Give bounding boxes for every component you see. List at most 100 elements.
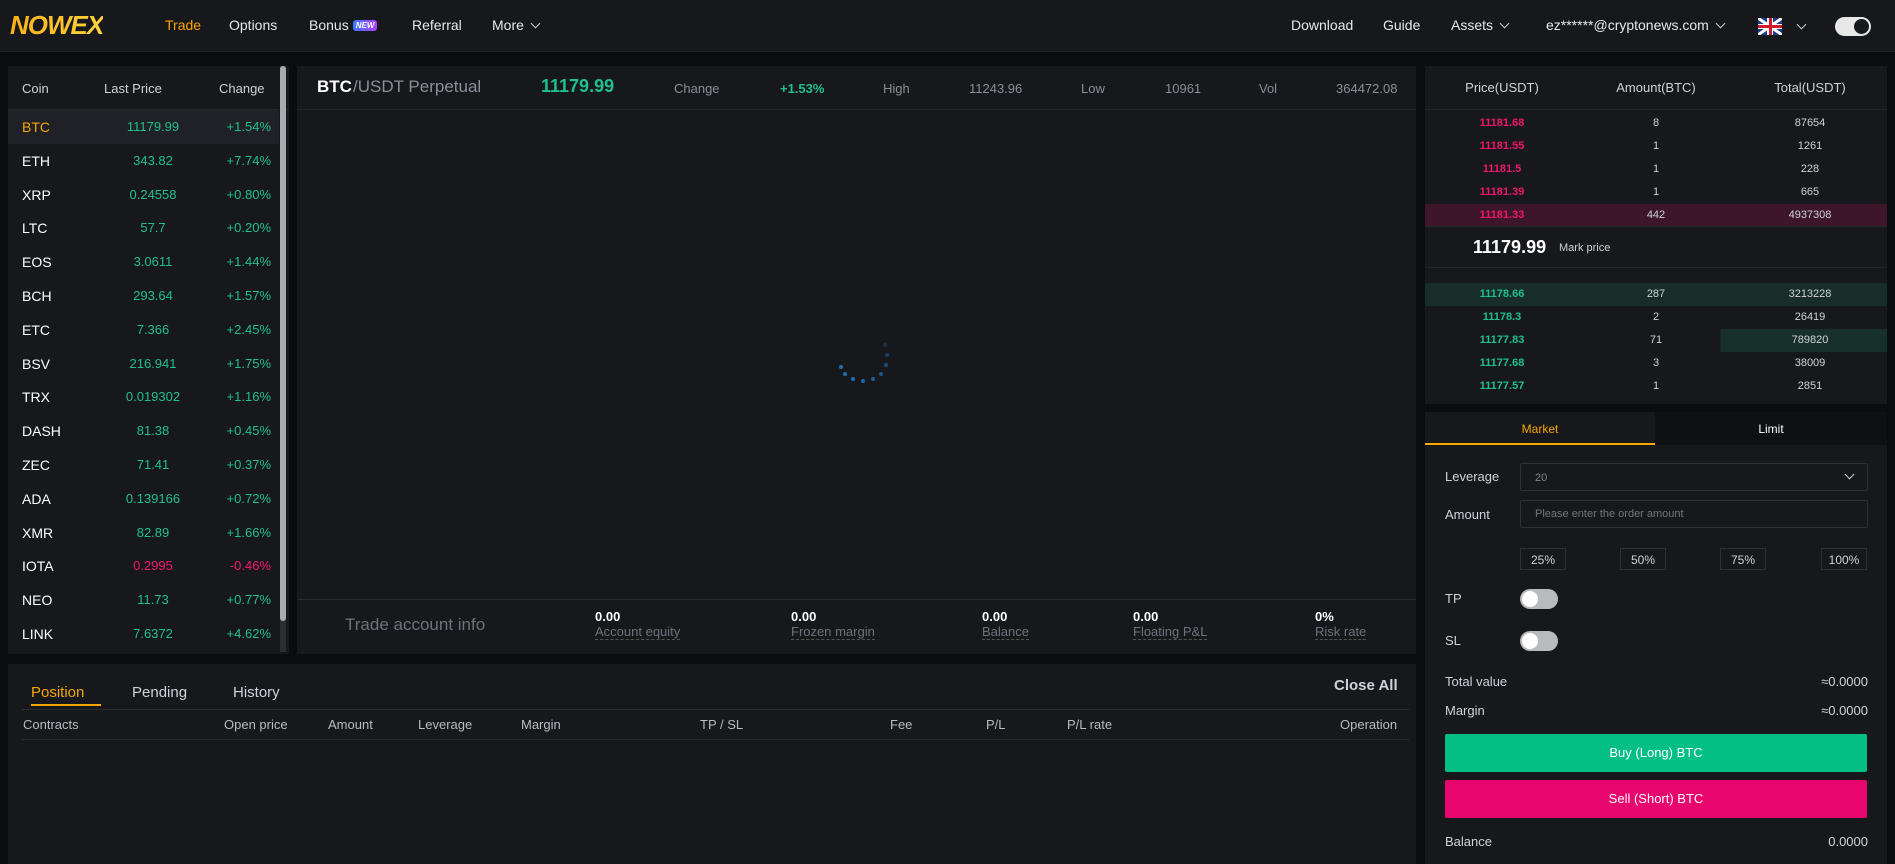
coin-change: +0.80% (226, 186, 271, 202)
coin-row-btc[interactable]: BTC 11179.99 +1.54% (8, 110, 279, 144)
coin-row-eth[interactable]: ETH 343.82 +7.74% (8, 144, 279, 178)
ob-total: 38009 (1794, 357, 1826, 369)
ob-price: 11181.68 (1479, 117, 1525, 129)
ask-row[interactable]: 11181.55 1 1261 (1425, 135, 1887, 158)
tab-market[interactable]: Market (1425, 412, 1655, 445)
col-margin: Margin (521, 717, 561, 732)
coin-row-link[interactable]: LINK 7.6372 +4.62% (8, 617, 279, 651)
coin-list-header: Coin Last Price Change (8, 66, 289, 110)
nav-trade[interactable]: Trade (165, 17, 201, 33)
bid-row[interactable]: 11177.83 71 789820 (1425, 329, 1887, 352)
low-value: 10961 (1165, 81, 1202, 96)
change-label: Change (674, 81, 720, 96)
coin-row-ada[interactable]: ADA 0.139166 +0.72% (8, 482, 279, 516)
pct-100-button[interactable]: 100% (1821, 548, 1867, 570)
col-total: Total(USDT) (1774, 80, 1846, 95)
coin-last-price: 81.38 (136, 423, 170, 439)
coin-symbol: LTC (22, 220, 48, 237)
nav-referral[interactable]: Referral (412, 17, 462, 33)
pct-25-button[interactable]: 25% (1520, 548, 1566, 570)
coin-row-eos[interactable]: EOS 3.0611 +1.44% (8, 245, 279, 279)
coin-change: +0.72% (226, 490, 271, 506)
scrollbar[interactable] (280, 66, 286, 652)
col-tp-sl: TP / SL (700, 717, 744, 732)
ob-amount: 1 (1652, 380, 1660, 392)
coin-row-ltc[interactable]: LTC 57.7 +0.20% (8, 211, 279, 245)
high-value: 11243.96 (969, 81, 1023, 96)
ob-amount: 1 (1652, 140, 1660, 152)
ob-total: 87654 (1794, 117, 1826, 129)
chevron-down-icon[interactable] (1796, 19, 1807, 30)
nowex-logo[interactable]: NOWEX (10, 10, 104, 41)
coin-last-price: 0.019302 (125, 389, 181, 405)
uk-flag-icon[interactable] (1758, 18, 1782, 35)
buy-long-button[interactable]: Buy (Long) BTC (1445, 734, 1867, 772)
sell-short-button[interactable]: Sell (Short) BTC (1445, 780, 1867, 818)
coin-last-price: 293.64 (133, 288, 173, 303)
pair-quote[interactable]: /USDT Perpetual (353, 77, 481, 97)
pair-base[interactable]: BTC (317, 77, 352, 97)
nav-more[interactable]: More (492, 17, 541, 33)
frozen-margin-label[interactable]: Frozen margin (791, 624, 875, 640)
coin-row-neo[interactable]: NEO 11.73 +0.77% (8, 583, 279, 617)
risk-rate-label[interactable]: Risk rate (1315, 624, 1367, 640)
balance-label[interactable]: Balance (982, 624, 1029, 640)
leverage-select[interactable]: 20 (1520, 463, 1868, 491)
nav-download[interactable]: Download (1291, 17, 1353, 33)
coin-row-trx[interactable]: TRX 0.019302 +1.16% (8, 380, 279, 414)
tp-toggle[interactable] (1520, 589, 1558, 609)
order-book: Price(USDT) Amount(BTC) Total(USDT) 1118… (1425, 66, 1887, 404)
coin-last-price: 82.89 (136, 524, 170, 540)
ask-row[interactable]: 11181.68 8 87654 (1425, 112, 1887, 135)
change-value: +1.53% (780, 81, 825, 96)
vol-value: 364472.08 (1336, 81, 1398, 96)
nav-bonus[interactable]: Bonus NEW (309, 17, 378, 33)
coin-row-etc[interactable]: ETC 7.366 +2.45% (8, 313, 279, 347)
bid-row[interactable]: 11177.68 3 38009 (1425, 352, 1887, 375)
coin-row-bsv[interactable]: BSV 216.941 +1.75% (8, 347, 279, 381)
pct-75-button[interactable]: 75% (1720, 548, 1766, 570)
tab-pending[interactable]: Pending (132, 684, 187, 701)
coin-change: +0.37% (226, 457, 271, 472)
coin-row-dash[interactable]: DASH 81.38 +0.45% (8, 414, 279, 448)
tab-history[interactable]: History (233, 684, 280, 701)
ask-row[interactable]: 11181.33 442 4937308 (1425, 204, 1887, 227)
sl-label: SL (1445, 633, 1461, 648)
ask-row[interactable]: 11181.39 1 665 (1425, 181, 1887, 204)
coin-last-price: 7.366 (136, 321, 170, 337)
ob-price: 11178.66 (1479, 288, 1525, 300)
coin-row-iota[interactable]: IOTA 0.2995 -0.46% (8, 549, 279, 583)
close-all-button[interactable]: Close All (1334, 677, 1398, 694)
nav-options[interactable]: Options (229, 17, 277, 33)
bid-row[interactable]: 11177.57 1 2851 (1425, 375, 1887, 398)
toggle-knob (1522, 591, 1538, 607)
coin-row-bch[interactable]: BCH 293.64 +1.57% (8, 279, 279, 313)
coin-row-zec[interactable]: ZEC 71.41 +0.37% (8, 448, 279, 482)
theme-toggle[interactable] (1835, 17, 1871, 36)
bid-row[interactable]: 11178.3 2 26419 (1425, 306, 1887, 329)
ob-amount: 442 (1646, 209, 1666, 221)
pct-50-button[interactable]: 50% (1620, 548, 1666, 570)
account-menu[interactable]: ez******@cryptonews.com (1546, 17, 1726, 33)
tab-limit[interactable]: Limit (1655, 412, 1887, 445)
coin-row-xmr[interactable]: XMR 82.89 +1.66% (8, 516, 279, 550)
frozen-margin-value: 0.00 (791, 609, 817, 624)
floating-pl-label[interactable]: Floating P&L (1133, 624, 1208, 640)
new-badge: NEW (352, 20, 378, 31)
nav-assets[interactable]: Assets (1451, 17, 1510, 33)
columns-divider (22, 739, 1409, 740)
tab-position[interactable]: Position (31, 684, 101, 706)
ob-amount: 287 (1646, 288, 1666, 300)
nav-guide[interactable]: Guide (1383, 17, 1420, 33)
ask-row[interactable]: 11181.5 1 228 (1425, 158, 1887, 181)
ob-amount: 1 (1652, 163, 1660, 175)
col-fee: Fee (890, 717, 913, 732)
bid-row[interactable]: 11178.66 287 3213228 (1425, 283, 1887, 306)
account-equity-label[interactable]: Account equity (595, 624, 681, 640)
coin-row-xrp[interactable]: XRP 0.24558 +0.80% (8, 178, 279, 212)
coin-symbol: ZEC (22, 457, 50, 473)
scrollbar-thumb[interactable] (280, 66, 286, 621)
sl-toggle[interactable] (1520, 631, 1558, 651)
amount-input[interactable] (1520, 500, 1868, 528)
ob-total: 3213228 (1788, 288, 1832, 300)
